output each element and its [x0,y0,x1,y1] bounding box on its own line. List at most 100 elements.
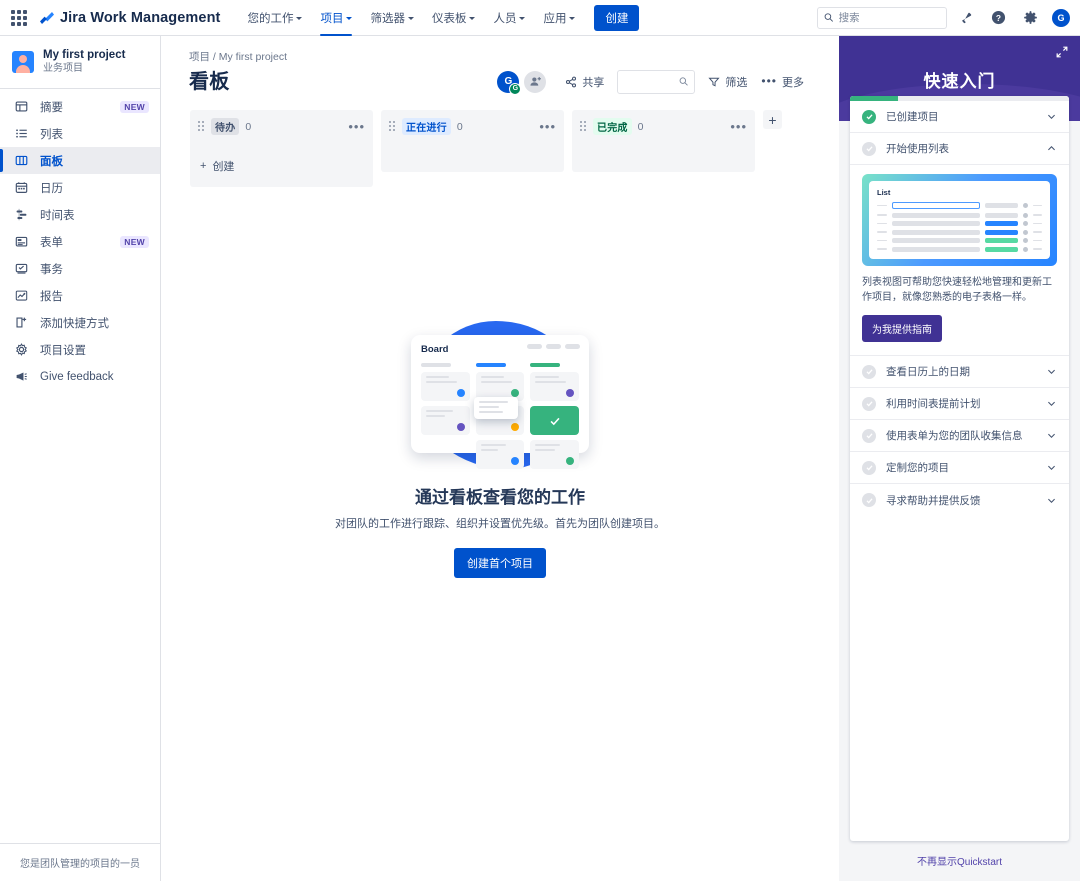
quickstart-item-get-started-list[interactable]: 开始使用列表 [850,133,1069,165]
sidebar-item-add-shortcut[interactable]: 添加快捷方式 [0,309,160,336]
board-column-in-progress[interactable]: 正在进行 0 ••• [381,110,564,172]
nav-item-filters[interactable]: 筛选器 [361,0,423,36]
add-people-icon[interactable] [524,70,547,93]
global-search-input[interactable] [838,11,940,24]
more-dots-icon: ••• [761,74,777,88]
quickstart-panel: 快速入门 已创建项目 开始使用列表 List 列表视图可帮助您快速轻松地管理和更… [839,36,1080,881]
create-button[interactable]: 创建 [594,4,640,31]
board-icon [14,153,29,168]
chevron-down-icon[interactable] [1046,462,1057,473]
share-button[interactable]: 共享 [558,70,611,94]
sidebar-item-board[interactable]: 面板 [0,147,160,174]
board-column-done[interactable]: 已完成 0 ••• [572,110,755,172]
column-name-chip: 待办 [211,118,240,135]
column-name-chip: 正在进行 [402,118,451,135]
user-avatar[interactable]: G [1052,8,1070,27]
nav-label: 应用 [543,12,567,25]
avatar-group: G G [497,70,547,95]
sidebar-project-type: 业务项目 [43,63,83,74]
check-icon [862,109,876,124]
create-issue-label: 创建 [212,161,235,173]
column-count: 0 [456,120,463,133]
sidebar-item-forms[interactable]: 表单 NEW [0,228,160,255]
quickstart-item-forms-collect[interactable]: 使用表单为您的团队收集信息 [850,420,1069,452]
nav-item-people[interactable]: 人员 [484,0,534,36]
drag-handle-icon[interactable] [580,121,587,132]
more-button[interactable]: ••• 更多 [754,70,811,94]
chevron-down-icon[interactable] [1046,495,1057,506]
board-column-todo[interactable]: 待办 0 ••• + 创建 [190,110,373,187]
quickstart-item-customize-project[interactable]: 定制您的项目 [850,452,1069,484]
sidebar-item-list[interactable]: 列表 [0,120,160,147]
quickstart-items: 已创建项目 开始使用列表 List 列表视图可帮助您快速轻松地管理和更新工作项目… [850,101,1069,841]
board-search-input[interactable] [624,75,679,88]
quickstart-item-timeline-plan[interactable]: 利用时间表提前计划 [850,388,1069,420]
jira-logo-icon [39,10,55,26]
brand-logo-link[interactable]: Jira Work Management [39,10,220,26]
notification-bell-icon[interactable] [953,5,979,31]
illustration-done-card [530,406,580,435]
share-icon [566,76,577,87]
nav-item-projects[interactable]: 项目 [311,0,361,36]
board-header: 看板 G G 共享 筛选 ••• 更多 [161,64,839,95]
project-settings-icon [14,342,29,357]
nav-item-dashboards[interactable]: 仪表板 [423,0,485,36]
sidebar-project-header[interactable]: My first project 业务项目 [0,36,160,86]
column-more-icon[interactable]: ••• [348,120,365,133]
nav-item-apps[interactable]: 应用 [534,0,584,36]
sidebar-item-summary[interactable]: 摘要 NEW [0,93,160,120]
breadcrumb-current-project[interactable]: My first project [219,51,287,63]
breadcrumb: 项目 / My first project [161,36,839,64]
breadcrumb-projects[interactable]: 项目 [189,51,210,63]
settings-gear-icon[interactable] [1017,5,1043,31]
avatar[interactable]: G G [497,70,522,95]
check-icon [862,493,876,507]
chevron-up-icon[interactable] [1046,143,1057,154]
chevron-down-icon[interactable] [1046,398,1057,409]
project-avatar-icon [12,51,34,73]
chevron-down-icon[interactable] [1046,366,1057,377]
global-search[interactable] [817,6,947,29]
apps-grid-icon[interactable] [9,8,29,28]
column-more-icon[interactable]: ••• [730,120,747,133]
filter-button[interactable]: 筛选 [701,70,754,94]
column-more-icon[interactable]: ••• [539,120,556,133]
quickstart-item-label: 开始使用列表 [886,143,949,155]
quickstart-item-help-feedback[interactable]: 寻求帮助并提供反馈 [850,484,1069,516]
drag-handle-icon[interactable] [389,121,396,132]
quickstart-item-calendar-dates[interactable]: 查看日历上的日期 [850,356,1069,388]
chevron-down-icon[interactable] [1046,111,1057,122]
sidebar-item-project-settings[interactable]: 项目设置 [0,336,160,363]
board-search[interactable] [617,69,696,94]
create-first-project-button[interactable]: 创建首个项目 [454,548,546,578]
illustration-blob [419,321,579,469]
sidebar-item-timeline[interactable]: 时间表 [0,201,160,228]
board-columns: 待办 0 ••• + 创建 正在进行 0 ••• 已完成 0 ••• + [161,94,839,187]
dismiss-quickstart-link[interactable]: 不再显示Quickstart [917,857,1002,868]
collapse-icon[interactable] [1055,45,1069,64]
quickstart-item-label: 已创建项目 [886,111,939,123]
quickstart-item-project-created[interactable]: 已创建项目 [850,101,1069,133]
top-nav-right-tools: ? G [817,5,1080,31]
show-me-guide-button[interactable]: 为我提供指南 [862,315,942,342]
drag-handle-icon[interactable] [198,121,205,132]
sidebar-project-name: My first project [43,49,126,61]
nav-label: 仪表板 [431,12,467,25]
sidebar-item-calendar[interactable]: 日历 [0,174,160,201]
chevron-down-icon[interactable] [1046,430,1057,441]
add-column-button[interactable]: + [763,110,782,129]
sidebar-item-give-feedback[interactable]: Give feedback [0,363,160,390]
sidebar-item-reports[interactable]: 报告 [0,282,160,309]
column-count: 0 [637,120,644,133]
sidebar-item-label: 列表 [40,128,63,141]
nav-item-your-work[interactable]: 您的工作 [238,0,311,36]
create-issue-button[interactable]: + 创建 [198,155,365,177]
quickstart-item-label: 寻求帮助并提供反馈 [886,494,981,507]
check-icon [862,364,876,379]
board-empty-state: Board 通过看板查看您的工作 对团队的工作进行跟踪、组织并设置优先级。首先为… [161,321,839,578]
sidebar-item-issues[interactable]: 事务 [0,255,160,282]
nav-label: 筛选器 [370,12,405,25]
help-icon[interactable]: ? [985,5,1011,31]
list-illustration: List [862,174,1057,266]
board-main-content: 项目 / My first project 看板 G G 共享 筛选 ••• 更… [161,36,839,881]
